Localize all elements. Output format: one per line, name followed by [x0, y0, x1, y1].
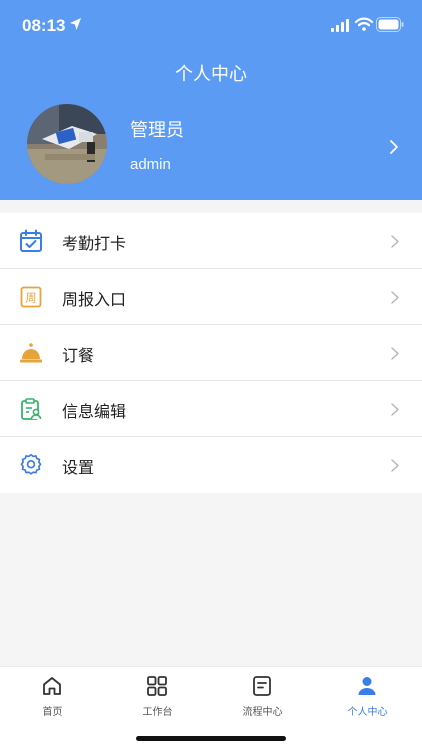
user-icon [358, 677, 376, 695]
tab-label: 流程中心 [242, 707, 283, 718]
gear-icon [20, 453, 42, 475]
menu-item-weekly-report[interactable]: 周 周报入口 [0, 269, 422, 325]
status-bar: 08:13 [0, 0, 422, 50]
profile-header: 08:13 个人中心 管理员 admin [0, 0, 422, 200]
page-title: 个人中心 [175, 64, 247, 85]
document-icon [253, 676, 271, 696]
home-indicator [136, 736, 286, 741]
chevron-right-icon [391, 291, 399, 304]
status-time: 08:13 [22, 16, 66, 35]
menu-item-meal-order[interactable]: 订餐 [0, 325, 422, 381]
grid-icon [147, 676, 167, 696]
tab-label: 个人中心 [347, 707, 388, 718]
tab-home[interactable]: 首页 [0, 667, 105, 723]
menu-item-info-edit[interactable]: 信息编辑 [0, 381, 422, 437]
service-bell-icon [20, 343, 42, 363]
chevron-right-icon[interactable] [388, 138, 400, 156]
weekly-report-icon: 周 [20, 286, 42, 308]
menu-item-label: 信息编辑 [62, 402, 127, 421]
menu-item-label: 考勤打卡 [62, 234, 127, 253]
menu-item-attendance[interactable]: 考勤打卡 [0, 213, 422, 269]
chevron-right-icon [391, 347, 399, 360]
tab-label: 工作台 [142, 707, 173, 718]
svg-text:周: 周 [26, 292, 37, 305]
clipboard-user-icon [21, 398, 42, 420]
tab-profile[interactable]: 个人中心 [315, 667, 420, 723]
avatar-photo [27, 104, 107, 184]
avatar[interactable] [27, 104, 107, 184]
cellular-signal-icon [331, 19, 349, 32]
chevron-right-icon [391, 403, 399, 416]
calendar-check-icon [20, 229, 42, 252]
user-name: 管理员 [130, 120, 184, 141]
tab-workbench[interactable]: 工作台 [105, 667, 210, 723]
menu-item-label: 设置 [62, 458, 95, 477]
menu-item-label: 订餐 [62, 346, 95, 365]
battery-icon [376, 17, 404, 32]
profile-card[interactable]: 管理员 admin [0, 100, 422, 190]
home-icon [43, 677, 61, 695]
chevron-right-icon [391, 235, 399, 248]
wifi-icon [355, 17, 373, 31]
menu-item-settings[interactable]: 设置 [0, 437, 422, 493]
menu-list: 考勤打卡 周 周报入口 订餐 信息编辑 设置 [0, 213, 422, 493]
chevron-right-icon [391, 459, 399, 472]
user-username: admin [130, 156, 171, 173]
tab-label: 首页 [42, 707, 63, 718]
location-arrow-icon [70, 18, 81, 30]
menu-item-label: 周报入口 [62, 290, 127, 309]
tab-workflow[interactable]: 流程中心 [210, 667, 315, 723]
